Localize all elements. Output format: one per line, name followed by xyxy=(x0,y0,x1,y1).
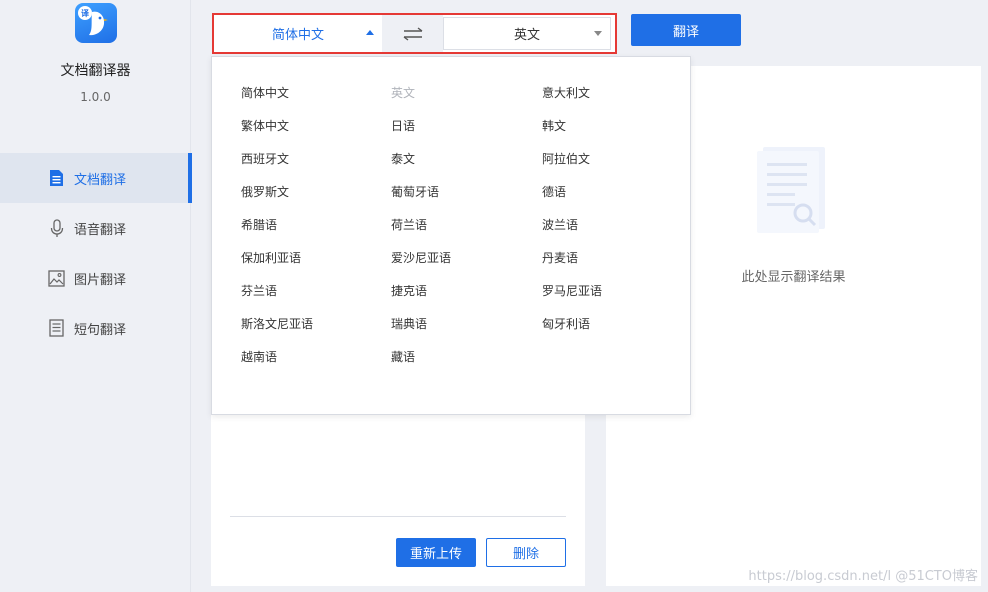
sidebar-item-label: 语音翻译 xyxy=(74,222,127,238)
language-option[interactable]: 泰文 xyxy=(391,147,542,180)
sidebar-nav: 文档翻译 语音翻译 图片翻译 短句翻译 xyxy=(0,153,192,353)
language-dropdown: 简体中文 英文 意大利文繁体中文 日语 韩文西班牙文 泰文 阿拉伯文俄罗斯文 葡萄牙语 德语希腊… xyxy=(211,56,691,415)
sidebar-item-document-translate[interactable]: 文档翻译 xyxy=(0,153,192,203)
language-options: 简体中文 英文 意大利文繁体中文 日语 韩文西班牙文 泰文 阿拉伯文俄罗斯文 葡萄牙语 德语希腊… xyxy=(241,81,692,378)
app-logo: 译 xyxy=(75,3,117,43)
sidebar-item-label: 文档翻译 xyxy=(74,172,127,188)
swap-arrows-icon xyxy=(403,26,422,41)
source-language-value: 简体中文 xyxy=(271,28,324,43)
sidebar-item-image-translate[interactable]: 图片翻译 xyxy=(0,253,191,303)
chevron-down-icon xyxy=(594,31,602,36)
language-option[interactable]: 藏语 xyxy=(391,345,542,378)
microphone-icon xyxy=(48,218,65,238)
language-option[interactable]: 韩文 xyxy=(542,114,692,147)
document-icon xyxy=(48,168,65,188)
language-option: 英文 xyxy=(391,86,416,100)
language-option[interactable]: 丹麦语 xyxy=(542,246,692,279)
language-selector: 简体中文 英文 xyxy=(212,13,617,54)
language-option[interactable]: 斯洛文尼亚语 xyxy=(241,312,391,345)
language-option[interactable]: 希腊语 xyxy=(241,213,391,246)
sidebar-item-label: 短句翻译 xyxy=(74,322,127,338)
reupload-button[interactable]: 重新上传 xyxy=(396,538,476,567)
language-option[interactable]: 保加利亚语 xyxy=(241,246,391,279)
delete-button[interactable]: 删除 xyxy=(486,538,566,567)
app-name: 文档翻译器 xyxy=(60,63,131,79)
image-icon xyxy=(48,268,65,288)
language-option[interactable]: 西班牙文 xyxy=(241,147,391,180)
language-option[interactable]: 瑞典语 xyxy=(391,312,542,345)
language-option[interactable]: 繁体中文 xyxy=(241,114,391,147)
language-option[interactable]: 简体中文 xyxy=(241,81,391,114)
language-option[interactable]: 爱沙尼亚语 xyxy=(391,246,542,279)
watermark: https://blog.csdn.net/l @51CTO博客 xyxy=(748,569,978,584)
sidebar-item-label: 图片翻译 xyxy=(74,272,127,288)
text-lines-icon xyxy=(48,318,65,338)
swap-languages-button[interactable] xyxy=(382,15,443,52)
language-option[interactable]: 匈牙利语 xyxy=(542,312,692,345)
language-option[interactable]: 越南语 xyxy=(241,345,391,378)
language-option[interactable]: 罗马尼亚语 xyxy=(542,279,692,312)
caret-up-icon xyxy=(366,30,374,35)
sidebar: 译 文档翻译器 1.0.0 文档翻译 语音翻译 图片翻译 短句翻译 xyxy=(0,0,192,592)
language-option[interactable]: 阿拉伯文 xyxy=(542,147,692,180)
document-search-icon xyxy=(757,147,825,233)
language-option[interactable]: 葡萄牙语 xyxy=(391,180,542,213)
language-option[interactable]: 日语 xyxy=(391,114,542,147)
sidebar-item-sentence-translate[interactable]: 短句翻译 xyxy=(0,303,191,353)
language-option[interactable]: 俄罗斯文 xyxy=(241,180,391,213)
panel-divider xyxy=(230,516,566,517)
language-option[interactable]: 芬兰语 xyxy=(241,279,391,312)
language-option[interactable]: 德语 xyxy=(542,180,692,213)
target-language-value: 英文 xyxy=(513,28,540,43)
source-language-select[interactable]: 简体中文 xyxy=(214,15,382,52)
sidebar-item-voice-translate[interactable]: 语音翻译 xyxy=(0,203,191,253)
language-option[interactable]: 意大利文 xyxy=(542,81,692,114)
translate-button[interactable]: 翻译 xyxy=(631,14,741,46)
logo-badge: 译 xyxy=(78,6,92,20)
app-version: 1.0.0 xyxy=(80,90,111,104)
language-option[interactable]: 荷兰语 xyxy=(391,213,542,246)
target-language-select[interactable]: 英文 xyxy=(443,17,611,50)
language-option[interactable]: 波兰语 xyxy=(542,213,692,246)
language-option[interactable]: 捷克语 xyxy=(391,279,542,312)
